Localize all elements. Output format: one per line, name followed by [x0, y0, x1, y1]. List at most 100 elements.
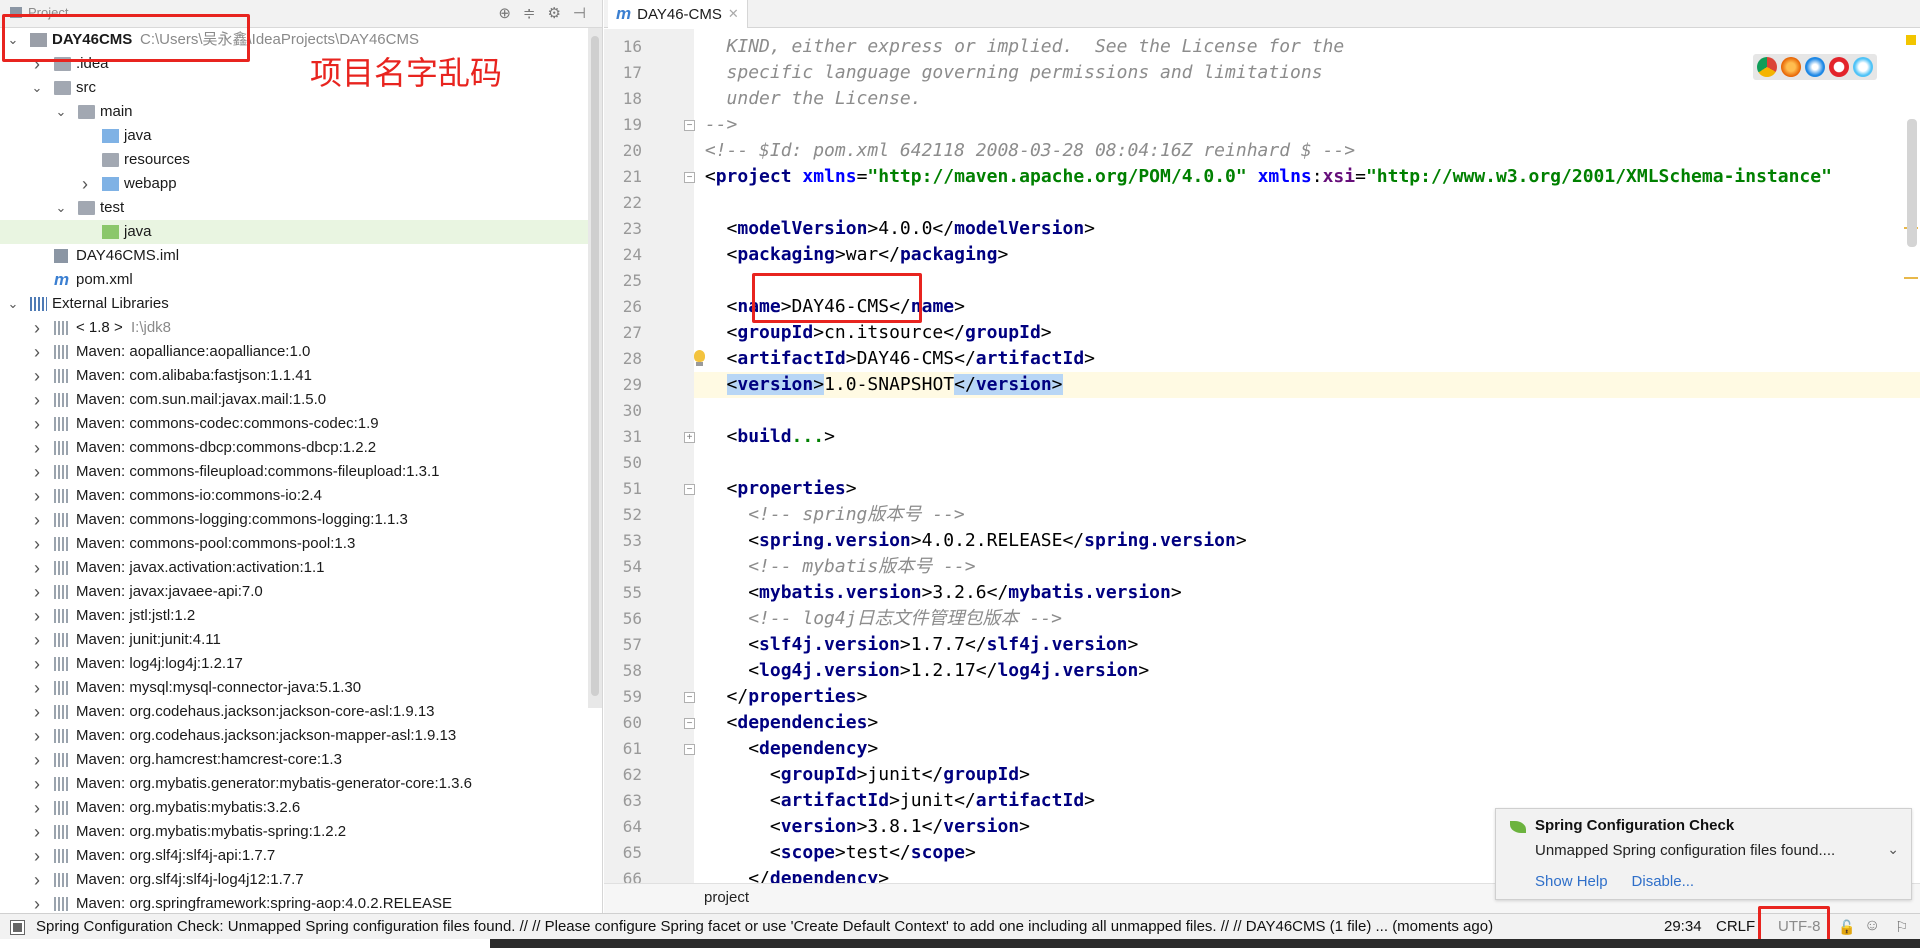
tree-item[interactable]: › Maven: org.mybatis:mybatis-spring:1.2.2: [0, 820, 588, 844]
tree-item[interactable]: › Maven: javax:javaee-api:7.0: [0, 580, 588, 604]
code-line[interactable]: <groupId>cn.itsource</groupId>: [694, 320, 1052, 346]
line-number[interactable]: 18: [604, 86, 642, 112]
chevron-right-icon[interactable]: ›: [30, 676, 44, 700]
line-number[interactable]: 65: [604, 840, 642, 866]
code-line[interactable]: [694, 268, 705, 294]
chevron-right-icon[interactable]: ›: [30, 412, 44, 436]
line-number[interactable]: 25: [604, 268, 642, 294]
line-number[interactable]: 61: [604, 736, 642, 762]
analysis-status-icon[interactable]: [1906, 35, 1916, 45]
tree-item[interactable]: › Maven: org.slf4j:slf4j-log4j12:1.7.7: [0, 868, 588, 892]
line-number[interactable]: 27: [604, 320, 642, 346]
line-number[interactable]: 28: [604, 346, 642, 372]
line-number[interactable]: 52: [604, 502, 642, 528]
tree-item[interactable]: › Maven: org.slf4j:slf4j-api:1.7.7: [0, 844, 588, 868]
chevron-down-icon[interactable]: ⌄: [6, 292, 20, 316]
line-number[interactable]: 24: [604, 242, 642, 268]
code-line[interactable]: under the License.: [694, 86, 922, 112]
line-number[interactable]: 29: [604, 372, 642, 398]
chevron-right-icon[interactable]: ›: [30, 580, 44, 604]
code-line[interactable]: <build...>: [694, 424, 835, 450]
line-number[interactable]: 17: [604, 60, 642, 86]
code-line[interactable]: <groupId>junit</groupId>: [694, 762, 1030, 788]
code-line[interactable]: <project xmlns="http://maven.apache.org/…: [694, 164, 1832, 190]
code-line[interactable]: -->: [694, 112, 738, 138]
chevron-right-icon[interactable]: ›: [30, 844, 44, 868]
code-line[interactable]: <version>1.0-SNAPSHOT</version>: [694, 372, 1920, 398]
chevron-right-icon[interactable]: ›: [30, 700, 44, 724]
line-number[interactable]: 56: [604, 606, 642, 632]
tree-item[interactable]: › Maven: commons-fileupload:commons-fileu…: [0, 460, 588, 484]
code-line[interactable]: <mybatis.version>3.2.6</mybatis.version>: [694, 580, 1182, 606]
line-number[interactable]: 63: [604, 788, 642, 814]
chevron-right-icon[interactable]: ›: [30, 316, 44, 340]
hector-icon[interactable]: ☺: [1864, 917, 1880, 935]
line-number[interactable]: 23: [604, 216, 642, 242]
code-line[interactable]: [694, 190, 705, 216]
tree-item[interactable]: ⌄ External Libraries: [0, 292, 588, 316]
chevron-right-icon[interactable]: ›: [30, 436, 44, 460]
code-line[interactable]: <!-- spring版本号 -->: [694, 502, 965, 528]
project-tree-scrollbar[interactable]: [588, 28, 602, 708]
line-number[interactable]: 60: [604, 710, 642, 736]
code-line[interactable]: <properties>: [694, 476, 857, 502]
code-line[interactable]: [694, 450, 705, 476]
tree-item[interactable]: › Maven: org.codehaus.jackson:jackson-cor…: [0, 700, 588, 724]
line-number[interactable]: 21: [604, 164, 642, 190]
code-line[interactable]: <!-- mybatis版本号 -->: [694, 554, 975, 580]
line-number[interactable]: 22: [604, 190, 642, 216]
scrollbar-thumb[interactable]: [591, 36, 599, 696]
tree-item[interactable]: DAY46CMS.iml: [0, 244, 588, 268]
chevron-down-icon[interactable]: ⌄: [54, 100, 68, 124]
tree-item[interactable]: › Maven: jstl:jstl:1.2: [0, 604, 588, 628]
lock-icon[interactable]: 🔓: [1838, 919, 1855, 936]
chevron-down-icon[interactable]: ⌄: [30, 76, 44, 100]
tree-item[interactable]: › Maven: commons-dbcp:commons-dbcp:1.2.2: [0, 436, 588, 460]
line-number[interactable]: 16: [604, 34, 642, 60]
line-number[interactable]: 62: [604, 762, 642, 788]
tree-item[interactable]: › Maven: org.mybatis:mybatis:3.2.6: [0, 796, 588, 820]
chevron-right-icon[interactable]: ›: [30, 652, 44, 676]
line-number[interactable]: 19: [604, 112, 642, 138]
chevron-right-icon[interactable]: ›: [30, 628, 44, 652]
code-line[interactable]: KIND, either express or implied. See the…: [694, 34, 1345, 60]
tree-item[interactable]: ⌄ main: [0, 100, 588, 124]
line-number[interactable]: 53: [604, 528, 642, 554]
chevron-right-icon[interactable]: ›: [30, 748, 44, 772]
locate-icon[interactable]: ⊕: [498, 4, 511, 22]
code-line[interactable]: <modelVersion>4.0.0</modelVersion>: [694, 216, 1095, 242]
ie-icon[interactable]: [1853, 57, 1873, 77]
line-number[interactable]: 58: [604, 658, 642, 684]
caret-position[interactable]: 29:34: [1664, 918, 1702, 935]
code-area[interactable]: KIND, either express or implied. See the…: [694, 29, 1920, 883]
breadcrumb-item-project[interactable]: project: [704, 889, 749, 906]
chevron-right-icon[interactable]: ›: [30, 340, 44, 364]
show-help-link[interactable]: Show Help: [1535, 873, 1608, 890]
tree-item[interactable]: › Maven: com.sun.mail:javax.mail:1.5.0: [0, 388, 588, 412]
gear-icon[interactable]: ⚙: [547, 4, 560, 22]
chevron-right-icon[interactable]: ›: [30, 484, 44, 508]
tool-windows-icon[interactable]: [10, 920, 25, 935]
chevron-right-icon[interactable]: ›: [78, 172, 92, 196]
chevron-right-icon[interactable]: ›: [30, 796, 44, 820]
line-number[interactable]: 64: [604, 814, 642, 840]
event-log-icon[interactable]: ⚐: [1895, 918, 1908, 936]
code-line[interactable]: <dependencies>: [694, 710, 879, 736]
line-number[interactable]: 26: [604, 294, 642, 320]
chevron-down-icon[interactable]: ⌄: [1887, 841, 1899, 858]
close-tab-icon[interactable]: ✕: [728, 6, 739, 22]
chevron-right-icon[interactable]: ›: [30, 772, 44, 796]
tree-item[interactable]: › Maven: commons-io:commons-io:2.4: [0, 484, 588, 508]
code-line[interactable]: <scope>test</scope>: [694, 840, 976, 866]
safari-icon[interactable]: [1805, 57, 1825, 77]
chevron-right-icon[interactable]: ›: [30, 892, 44, 913]
chevron-right-icon[interactable]: ›: [30, 556, 44, 580]
chevron-right-icon[interactable]: ›: [30, 604, 44, 628]
code-line[interactable]: <spring.version>4.0.2.RELEASE</spring.ve…: [694, 528, 1247, 554]
line-number[interactable]: 59: [604, 684, 642, 710]
status-message[interactable]: Spring Configuration Check: Unmapped Spr…: [36, 918, 1493, 935]
tree-item[interactable]: › webapp: [0, 172, 588, 196]
line-number[interactable]: 50: [604, 450, 642, 476]
chevron-right-icon[interactable]: ›: [30, 820, 44, 844]
chevron-right-icon[interactable]: ›: [30, 364, 44, 388]
